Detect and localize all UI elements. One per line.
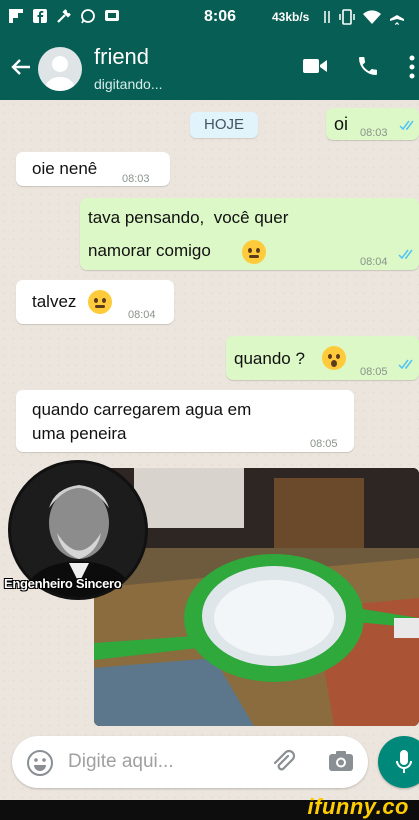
message-icon (105, 10, 119, 21)
chat-area[interactable]: HOJE oi 08:03 oie nenê 08:03 tava pensan… (0, 100, 419, 800)
thinking-emoji (242, 240, 266, 264)
status-bar: 8:06 43kb/s (0, 0, 419, 34)
message-text-line1: tava pensando, você quer (88, 208, 289, 227)
astonished-emoji (322, 346, 346, 370)
message-outgoing[interactable]: tava pensando, você quer namorar comigo … (80, 198, 419, 270)
read-ticks-icon (398, 359, 413, 370)
message-text-line2: namorar comigo (88, 241, 211, 260)
date-divider: HOJE (190, 112, 258, 138)
video-call-icon[interactable] (302, 56, 328, 76)
ifunny-watermark: ifunny.co (307, 794, 409, 819)
message-outgoing[interactable]: quando ? 08:05 (226, 336, 419, 380)
message-text-line2: uma peneira (32, 424, 127, 443)
data-arrows-icon (324, 11, 330, 23)
emoji-icon[interactable] (26, 749, 54, 777)
chat-header: friend digitando... (0, 34, 419, 100)
read-ticks-icon (398, 249, 413, 260)
status-notification-icons (8, 8, 120, 24)
facebook-icon (33, 9, 47, 23)
message-input[interactable] (68, 748, 258, 776)
network-speed: 43kb/s (272, 10, 310, 24)
mic-icon (396, 750, 412, 773)
flipboard-icon (9, 9, 23, 23)
watermark-bar: ifunny.co (0, 794, 419, 820)
vibrate-icon (339, 9, 355, 25)
message-text: oie nenê (32, 159, 98, 178)
message-outgoing[interactable]: oi 08:03 (326, 108, 419, 140)
message-time: 08:03 (360, 127, 388, 139)
read-ticks-icon (399, 120, 414, 131)
message-incoming[interactable]: oie nenê 08:03 (16, 152, 170, 186)
phone-icon[interactable] (356, 54, 380, 78)
message-time: 08:04 (128, 309, 156, 321)
wifi-icon (363, 10, 381, 24)
avatar[interactable] (38, 47, 82, 91)
camera-icon[interactable] (328, 749, 354, 773)
meme-caption: Engenheiro Sincero (4, 576, 122, 591)
whatsapp-icon (81, 9, 95, 24)
message-text: oi (334, 114, 349, 134)
status-system-icons (322, 9, 406, 25)
thinking-emoji (88, 290, 112, 314)
back-arrow-icon[interactable] (10, 56, 32, 78)
message-time: 08:04 (360, 256, 388, 268)
typing-status: digitando... (94, 76, 163, 92)
message-text: talvez (32, 292, 77, 311)
message-time: 08:03 (122, 173, 150, 185)
more-vert-icon[interactable] (408, 54, 416, 80)
airplane-icon (390, 10, 404, 25)
message-text: quando ? (234, 349, 305, 368)
message-incoming[interactable]: quando carregarem agua em uma peneira 08… (16, 390, 354, 452)
default-avatar-icon (44, 56, 76, 91)
message-time: 08:05 (310, 438, 338, 450)
message-incoming[interactable]: talvez 08:04 (16, 280, 174, 324)
attach-icon[interactable] (270, 748, 298, 776)
message-compose-bar (12, 736, 368, 788)
status-time: 8:06 (204, 8, 237, 25)
message-time: 08:05 (360, 366, 388, 378)
tools-icon (57, 9, 71, 23)
contact-name[interactable]: friend (94, 44, 149, 70)
